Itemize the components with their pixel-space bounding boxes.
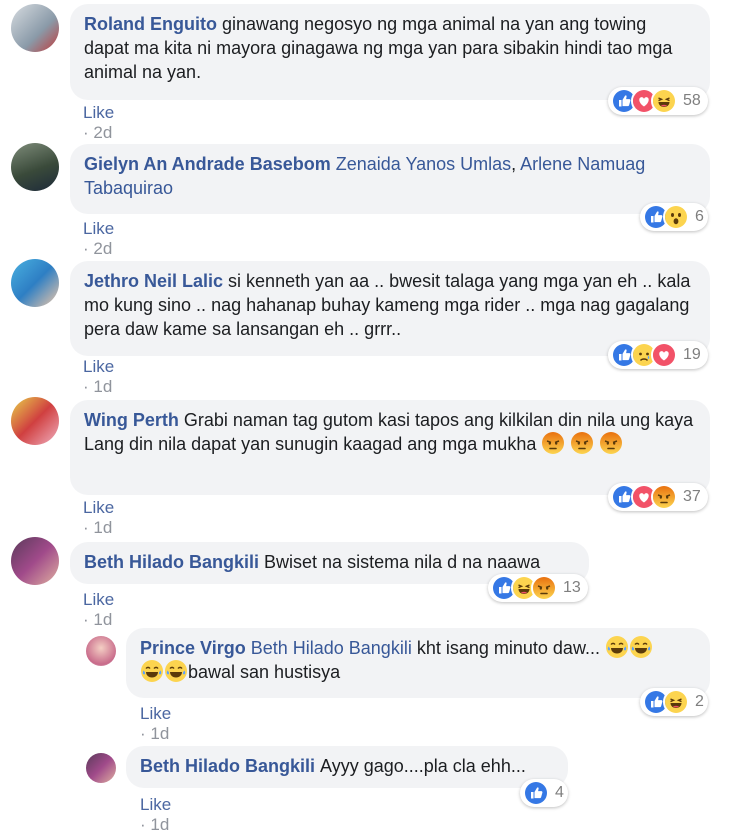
- avatar[interactable]: [11, 4, 59, 52]
- comment-bubble: Jethro Neil Lalic si kenneth yan aa .. bw…: [70, 261, 710, 356]
- mention-link[interactable]: Zenaida Yanos Umlas: [336, 154, 511, 174]
- timestamp[interactable]: 1d: [93, 610, 112, 629]
- reaction-summary[interactable]: 13: [488, 574, 588, 602]
- comment-author[interactable]: Beth Hilado Bangkili: [84, 552, 259, 572]
- timestamp[interactable]: 2d: [93, 123, 112, 142]
- comment-actions: Like · 1d: [140, 795, 172, 834]
- wow-icon: [663, 204, 689, 230]
- reaction-summary[interactable]: 6: [640, 203, 708, 231]
- love-icon: [651, 342, 677, 368]
- tears-of-joy-emoji: [141, 660, 163, 682]
- comment-actions: Like · 2d: [83, 219, 115, 258]
- like-icon: [523, 780, 549, 806]
- angry-icon: [531, 575, 557, 601]
- comment-actions: Like · 1d: [83, 357, 115, 396]
- haha-icon: [651, 88, 677, 114]
- reaction-count: 13: [563, 579, 581, 596]
- avatar[interactable]: [11, 259, 59, 307]
- comment-bubble: Wing Perth Grabi naman tag gutom kasi tap…: [70, 400, 710, 495]
- angry-emoji: [571, 432, 593, 454]
- reaction-summary[interactable]: 4: [520, 779, 568, 807]
- comment-actions: Like · 2d: [83, 103, 115, 142]
- tears-of-joy-emoji: [606, 636, 628, 658]
- comment-bubble: Beth Hilado Bangkili Ayyy gago....pla cla…: [126, 746, 568, 788]
- comment-bubble: Roland Enguito ginawang negosyo ng mga an…: [70, 4, 710, 100]
- like-button[interactable]: Like: [83, 498, 114, 517]
- comment-text: Ayyy gago....pla cla ehh...: [320, 756, 526, 776]
- angry-emoji: [600, 432, 622, 454]
- avatar[interactable]: [86, 753, 116, 783]
- reaction-count: 4: [555, 784, 564, 801]
- reaction-count: 37: [683, 488, 701, 505]
- comment-actions: Like · 1d: [140, 704, 172, 743]
- comment-text: Bwiset na sistema nila d na naawa: [264, 552, 541, 572]
- tears-of-joy-emoji: [630, 636, 652, 658]
- reaction-summary[interactable]: 37: [608, 483, 708, 511]
- avatar[interactable]: [11, 397, 59, 445]
- like-button[interactable]: Like: [140, 795, 171, 814]
- comment-bubble: Prince Virgo Beth Hilado Bangkili kht isa…: [126, 628, 710, 698]
- reaction-summary[interactable]: 19: [608, 341, 708, 369]
- avatar[interactable]: [86, 636, 116, 666]
- angry-icon: [651, 484, 677, 510]
- comment-bubble: Gielyn An Andrade Basebom Zenaida Yanos U…: [70, 144, 710, 214]
- reaction-count: 6: [695, 208, 704, 225]
- comment-actions: Like · 1d: [83, 498, 115, 537]
- comment-actions: Like · 1d: [83, 590, 115, 629]
- like-button[interactable]: Like: [83, 590, 114, 609]
- haha-icon: [663, 689, 689, 715]
- avatar[interactable]: [11, 143, 59, 191]
- like-button[interactable]: Like: [83, 357, 114, 376]
- comment-author[interactable]: Gielyn An Andrade Basebom: [84, 154, 331, 174]
- mention-link[interactable]: Beth Hilado Bangkili: [251, 638, 412, 658]
- timestamp[interactable]: 2d: [93, 239, 112, 258]
- comment-author[interactable]: Prince Virgo: [140, 638, 246, 658]
- like-button[interactable]: Like: [140, 704, 171, 723]
- timestamp[interactable]: 1d: [150, 724, 169, 743]
- timestamp[interactable]: 1d: [93, 377, 112, 396]
- like-button[interactable]: Like: [83, 103, 114, 122]
- angry-emoji: [542, 432, 564, 454]
- tears-of-joy-emoji: [165, 660, 187, 682]
- reaction-count: 58: [683, 92, 701, 109]
- comment-author[interactable]: Beth Hilado Bangkili: [140, 756, 315, 776]
- timestamp[interactable]: 1d: [93, 518, 112, 537]
- reaction-summary[interactable]: 58: [608, 87, 708, 115]
- comment-author[interactable]: Roland Enguito: [84, 14, 217, 34]
- reaction-count: 2: [695, 693, 704, 710]
- like-button[interactable]: Like: [83, 219, 114, 238]
- avatar[interactable]: [11, 537, 59, 585]
- reaction-summary[interactable]: 2: [640, 688, 708, 716]
- comment-author[interactable]: Jethro Neil Lalic: [84, 271, 223, 291]
- comment-author[interactable]: Wing Perth: [84, 410, 179, 430]
- comment-text: bawal san hustisya: [188, 662, 341, 682]
- reaction-count: 19: [683, 346, 701, 363]
- comment-text: kht isang minuto daw...: [416, 638, 600, 658]
